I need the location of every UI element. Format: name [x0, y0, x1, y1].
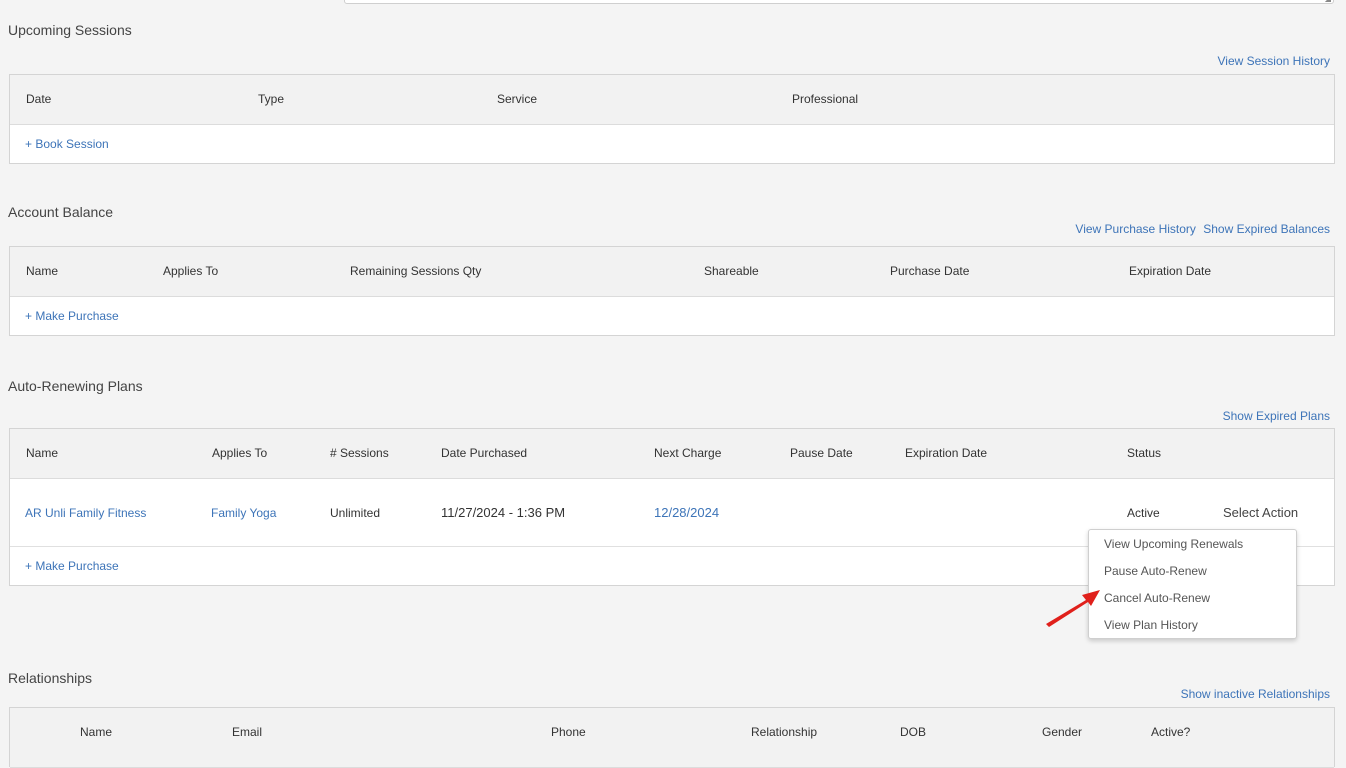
- column-header-sessions[interactable]: # Sessions: [330, 446, 389, 460]
- plan-name-link[interactable]: AR Unli Family Fitness: [25, 506, 146, 520]
- relationships-title: Relationships: [8, 670, 93, 686]
- view-session-history-link[interactable]: View Session History: [1218, 54, 1331, 68]
- auto-renewing-plans-title: Auto-Renewing Plans: [8, 378, 143, 394]
- column-header-applies-to[interactable]: Applies To: [212, 446, 267, 460]
- upcoming-sessions-table: Date Type Service Professional + Book Se…: [9, 74, 1335, 164]
- upcoming-sessions-title: Upcoming Sessions: [8, 22, 132, 38]
- column-header-date[interactable]: Date: [26, 92, 51, 106]
- menu-item-cancel-auto-renew[interactable]: Cancel Auto-Renew: [1089, 590, 1296, 617]
- table-header: Date Type Service Professional: [10, 75, 1334, 125]
- upcoming-links: View Session History: [1214, 54, 1331, 68]
- table-header: Name Applies To Remaining Sessions Qty S…: [10, 247, 1334, 297]
- sessions-value: Unlimited: [330, 506, 381, 520]
- notes-textarea[interactable]: ◢: [344, 0, 1334, 4]
- show-expired-balances-link[interactable]: Show Expired Balances: [1203, 222, 1330, 236]
- column-header-email[interactable]: Email: [232, 725, 262, 739]
- table-header: Name Email Phone Relationship DOB Gender…: [10, 708, 1334, 768]
- menu-item-pause-auto-renew[interactable]: Pause Auto-Renew: [1089, 563, 1296, 590]
- book-session-row: + Book Session: [10, 125, 1334, 163]
- column-header-name[interactable]: Name: [26, 264, 58, 278]
- next-charge-link[interactable]: 12/28/2024: [654, 505, 719, 520]
- status-badge: Active: [1127, 506, 1160, 520]
- relationships-links: Show inactive Relationships: [1177, 687, 1330, 701]
- make-purchase-link[interactable]: + Make Purchase: [25, 559, 119, 573]
- column-header-expiration-date[interactable]: Expiration Date: [1129, 264, 1211, 278]
- select-action-menu: View Upcoming Renewals Pause Auto-Renew …: [1088, 529, 1297, 639]
- make-purchase-row: + Make Purchase: [10, 297, 1334, 335]
- column-header-next-charge[interactable]: Next Charge: [654, 446, 721, 460]
- column-header-dob[interactable]: DOB: [900, 725, 926, 739]
- column-header-service[interactable]: Service: [497, 92, 537, 106]
- column-header-shareable[interactable]: Shareable: [704, 264, 759, 278]
- applies-to-link[interactable]: Family Yoga: [211, 506, 276, 520]
- column-header-relationship[interactable]: Relationship: [751, 725, 817, 739]
- menu-item-view-upcoming-renewals[interactable]: View Upcoming Renewals: [1089, 536, 1296, 563]
- resize-grip-icon[interactable]: ◢: [1325, 0, 1331, 3]
- account-balance-title: Account Balance: [8, 204, 114, 220]
- column-header-applies-to[interactable]: Applies To: [163, 264, 218, 278]
- book-session-link[interactable]: + Book Session: [25, 137, 109, 151]
- column-header-active[interactable]: Active?: [1151, 725, 1190, 739]
- column-header-type[interactable]: Type: [258, 92, 284, 106]
- make-purchase-link[interactable]: + Make Purchase: [25, 309, 119, 323]
- column-header-name[interactable]: Name: [80, 725, 112, 739]
- column-header-remaining-sessions[interactable]: Remaining Sessions Qty: [350, 264, 481, 278]
- column-header-gender[interactable]: Gender: [1042, 725, 1082, 739]
- column-header-status[interactable]: Status: [1127, 446, 1161, 460]
- column-header-pause-date[interactable]: Pause Date: [790, 446, 853, 460]
- auto-renewing-plans-links: Show Expired Plans: [1219, 409, 1330, 423]
- account-balance-links: View Purchase History Show Expired Balan…: [1071, 222, 1330, 236]
- account-balance-table: Name Applies To Remaining Sessions Qty S…: [9, 246, 1335, 336]
- show-inactive-relationships-link[interactable]: Show inactive Relationships: [1181, 687, 1330, 701]
- select-action-dropdown[interactable]: Select Action: [1223, 505, 1298, 520]
- column-header-name[interactable]: Name: [26, 446, 58, 460]
- view-purchase-history-link[interactable]: View Purchase History: [1075, 222, 1196, 236]
- table-header: Name Applies To # Sessions Date Purchase…: [10, 429, 1334, 479]
- column-header-date-purchased[interactable]: Date Purchased: [441, 446, 527, 460]
- date-purchased-value: 11/27/2024 - 1:36 PM: [441, 505, 566, 520]
- column-header-expiration-date[interactable]: Expiration Date: [905, 446, 987, 460]
- column-header-purchase-date[interactable]: Purchase Date: [890, 264, 969, 278]
- column-header-professional[interactable]: Professional: [792, 92, 858, 106]
- menu-item-view-plan-history[interactable]: View Plan History: [1089, 617, 1296, 644]
- column-header-phone[interactable]: Phone: [551, 725, 586, 739]
- relationships-table: Name Email Phone Relationship DOB Gender…: [9, 707, 1335, 768]
- show-expired-plans-link[interactable]: Show Expired Plans: [1223, 409, 1330, 423]
- red-arrow-icon: [1046, 590, 1100, 627]
